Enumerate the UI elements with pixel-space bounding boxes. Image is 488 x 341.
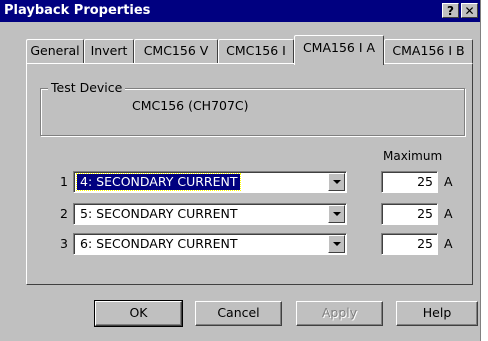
test-device-label: Test Device <box>48 80 126 95</box>
channel-2-selection: 5: SECONDARY CURRENT <box>80 206 238 221</box>
dialog-window: Playback Properties ? ✕ General Invert C… <box>0 0 481 341</box>
ok-button[interactable]: OK <box>94 300 183 327</box>
channel-1-select[interactable]: 4: SECONDARY CURRENT <box>73 171 347 193</box>
channel-3-selection: 6: SECONDARY CURRENT <box>80 236 238 251</box>
tab-cmc156-i[interactable]: CMC156 I <box>218 39 294 63</box>
tab-cma156-i-a[interactable]: CMA156 I A <box>294 35 384 65</box>
window-title: Playback Properties <box>4 3 151 18</box>
tab-general[interactable]: General <box>26 39 84 63</box>
cancel-button[interactable]: Cancel <box>195 301 282 326</box>
row-3-index: 3 <box>60 236 68 251</box>
tab-cmc156-v[interactable]: CMC156 V <box>134 39 218 63</box>
row-1-index: 1 <box>60 174 68 189</box>
channel-1-max-input[interactable]: 25 <box>381 171 438 193</box>
channel-1-dropdown-button[interactable] <box>328 173 345 191</box>
tab-cma156-i-b[interactable]: CMA156 I B <box>384 39 473 63</box>
channel-2-max-input[interactable]: 25 <box>381 203 438 225</box>
maximum-header: Maximum <box>383 149 443 163</box>
channel-2-unit: A <box>444 206 453 221</box>
test-device-group <box>40 88 465 136</box>
chevron-down-icon <box>333 242 341 246</box>
test-device-value: CMC156 (CH707C) <box>132 98 249 113</box>
channel-1-unit: A <box>444 174 453 189</box>
channel-1-selection: 4: SECONDARY CURRENT <box>75 173 242 191</box>
channel-3-dropdown-button[interactable] <box>328 235 345 253</box>
tab-invert[interactable]: Invert <box>84 39 134 63</box>
close-title-button[interactable]: ✕ <box>461 3 478 18</box>
row-2-index: 2 <box>60 206 68 221</box>
chevron-down-icon <box>333 180 341 184</box>
channel-3-unit: A <box>444 236 453 251</box>
channel-3-max-input[interactable]: 25 <box>381 233 438 255</box>
help-title-button[interactable]: ? <box>442 3 459 18</box>
title-bar[interactable]: Playback Properties ? ✕ <box>0 0 480 22</box>
channel-2-select[interactable]: 5: SECONDARY CURRENT <box>73 203 347 225</box>
chevron-down-icon <box>333 212 341 216</box>
channel-2-dropdown-button[interactable] <box>328 205 345 223</box>
channel-3-select[interactable]: 6: SECONDARY CURRENT <box>73 233 347 255</box>
apply-button[interactable]: Apply <box>296 301 383 326</box>
help-button[interactable]: Help <box>396 301 478 326</box>
